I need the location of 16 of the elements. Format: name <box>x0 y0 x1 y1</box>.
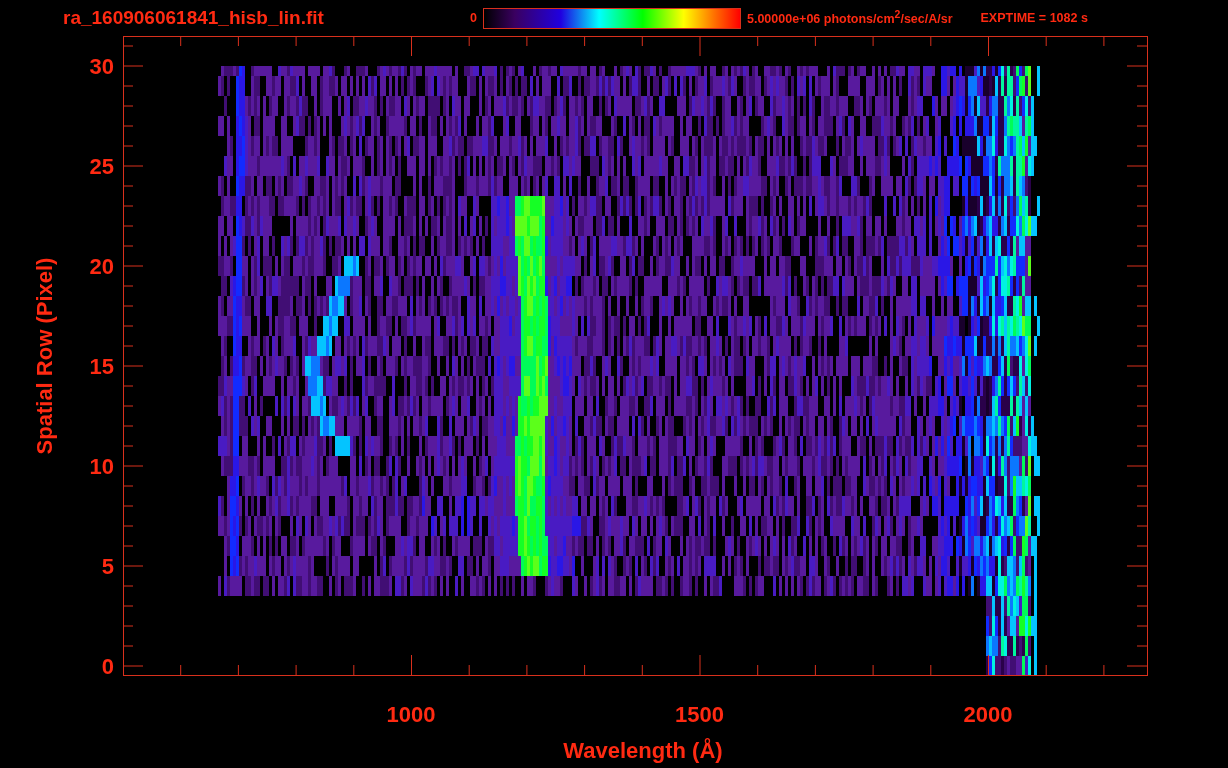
axis-tick-label: 1000 <box>386 702 436 727</box>
colorbar-min-label: 0 <box>470 11 477 25</box>
exposure-time: EXPTIME = 1082 s <box>980 11 1088 25</box>
x-axis-title: Wavelength (Å) <box>563 738 723 763</box>
axis-tick-label: 15 <box>89 354 114 379</box>
axis-tick-label: 25 <box>89 154 114 179</box>
y-axis-title: Spatial Row (Pixel) <box>32 257 57 455</box>
axis-tick-label: 20 <box>89 254 114 279</box>
axis-tick-label: 30 <box>89 54 114 79</box>
axis-tick-label: 2000 <box>963 702 1013 727</box>
axis-tick-label: 5 <box>101 554 114 579</box>
axis-tick-label: 1500 <box>675 702 724 727</box>
axis-tick-label: 10 <box>89 454 114 479</box>
axis-tick-label: 0 <box>101 654 114 679</box>
colorbar-max-label: 5.00000e+06 photons/cm$^{2}$/sec/A/sr <box>746 9 953 27</box>
file-title: ra_160906061841_hisb_lin.fit <box>63 7 325 29</box>
